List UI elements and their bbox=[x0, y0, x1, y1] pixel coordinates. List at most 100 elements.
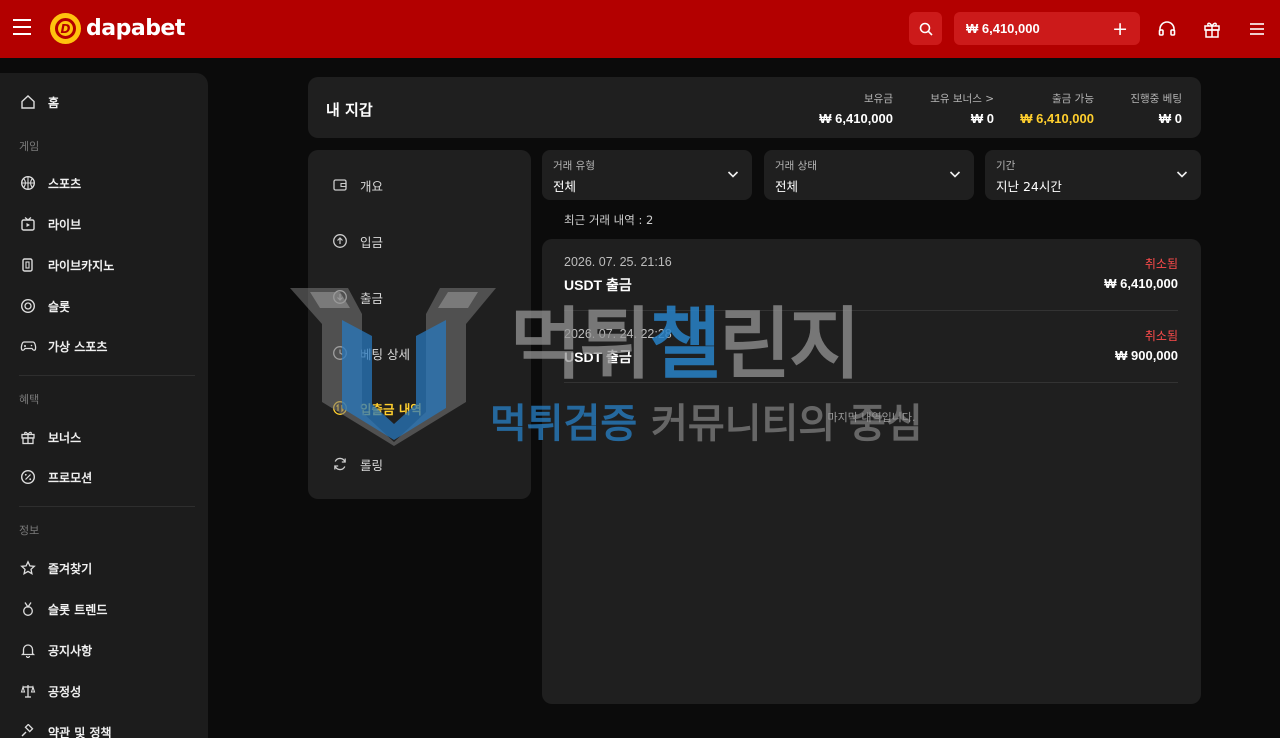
sidebar-item-bonus[interactable]: 보너스 bbox=[0, 422, 208, 452]
arrow-down-circle-icon bbox=[333, 290, 347, 304]
filter-transaction-status[interactable]: 거래 상태 전체 bbox=[764, 150, 974, 200]
gamepad-icon bbox=[20, 341, 36, 351]
filter-value: 지난 24시간 bbox=[996, 179, 1062, 194]
menu-label: 개요 bbox=[360, 178, 384, 194]
stat-label: 진행중 베팅 bbox=[1130, 93, 1182, 105]
balance-display[interactable]: ₩ 6,410,000 + bbox=[954, 12, 1140, 45]
sidebar: 홈 게임 스포츠 라이브 라이브카지노 슬롯 가상 스포츠 혜택 보너스 프로모… bbox=[0, 73, 208, 738]
headset-icon[interactable] bbox=[1157, 19, 1177, 39]
sidebar-divider bbox=[19, 506, 195, 507]
stat-bonus[interactable]: 보유 보너스 > ₩ 0 bbox=[930, 91, 994, 126]
search-button[interactable] bbox=[909, 12, 942, 45]
sidebar-label: 공정성 bbox=[48, 684, 82, 699]
transfer-circle-icon bbox=[333, 401, 347, 415]
stat-pending-bets: 진행중 베팅 ₩ 0 bbox=[1130, 91, 1182, 126]
wallet-icon bbox=[333, 179, 347, 191]
sidebar-item-sports[interactable]: 스포츠 bbox=[0, 168, 208, 198]
brand-name: dapabet bbox=[86, 16, 185, 41]
gift-icon[interactable] bbox=[1202, 19, 1222, 39]
home-icon bbox=[21, 95, 35, 109]
filter-value: 전체 bbox=[553, 179, 577, 194]
brand-mark-icon: D bbox=[50, 13, 81, 44]
stat-label: 출금 가능 bbox=[1052, 93, 1094, 105]
filter-value: 전체 bbox=[775, 179, 799, 194]
menu-item-withdraw[interactable]: 출금 bbox=[331, 283, 521, 311]
transaction-amount: ₩ 900,000 bbox=[1115, 348, 1178, 363]
watermark-subtitle: 먹튀검증 커뮤니티의 중심 bbox=[490, 401, 923, 447]
arrow-up-circle-icon bbox=[333, 234, 347, 248]
sidebar-item-fairness[interactable]: 공정성 bbox=[0, 676, 208, 706]
menu-label: 베팅 상세 bbox=[360, 346, 410, 362]
sidebar-item-notice[interactable]: 공지사항 bbox=[0, 635, 208, 665]
sidebar-label: 프로모션 bbox=[48, 470, 93, 485]
transaction-status: 취소됨 bbox=[1144, 329, 1178, 343]
brand-logo[interactable]: D dapabet bbox=[50, 13, 185, 44]
stat-value: ₩ 0 bbox=[1158, 111, 1182, 126]
filter-label: 거래 상태 bbox=[775, 160, 817, 172]
sidebar-item-home[interactable]: 홈 bbox=[0, 87, 208, 117]
sidebar-label: 보너스 bbox=[48, 430, 82, 445]
sidebar-item-promotion[interactable]: 프로모션 bbox=[0, 462, 208, 492]
top-bar: D dapabet ₩ 6,410,000 + bbox=[0, 0, 1280, 58]
menu-item-bet-detail[interactable]: 베팅 상세 bbox=[331, 339, 521, 367]
sidebar-label: 라이브카지노 bbox=[48, 258, 115, 273]
add-funds-button[interactable]: + bbox=[1112, 18, 1128, 40]
sidebar-section-game: 게임 bbox=[19, 140, 40, 153]
sidebar-label: 슬롯 트렌드 bbox=[48, 602, 108, 617]
sidebar-label: 홈 bbox=[48, 95, 60, 110]
sidebar-item-slot-trend[interactable]: 슬롯 트렌드 bbox=[0, 594, 208, 624]
sidebar-divider bbox=[19, 375, 195, 376]
sidebar-label: 스포츠 bbox=[48, 176, 82, 191]
chevron-down-icon bbox=[949, 171, 961, 178]
scale-icon bbox=[20, 685, 36, 698]
sidebar-item-favorites[interactable]: 즐겨찾기 bbox=[0, 553, 208, 583]
sidebar-section-info: 정보 bbox=[19, 524, 40, 537]
sidebar-label: 슬롯 bbox=[48, 299, 71, 314]
chevron-down-icon bbox=[727, 171, 739, 178]
transaction-amount: ₩ 6,410,000 bbox=[1104, 276, 1178, 291]
sidebar-item-terms[interactable]: 약관 및 정책 bbox=[0, 717, 208, 738]
filter-period[interactable]: 기간 지난 24시간 bbox=[985, 150, 1201, 200]
chevron-down-icon bbox=[1176, 171, 1188, 178]
menu-item-overview[interactable]: 개요 bbox=[331, 171, 521, 199]
sidebar-section-benefits: 혜택 bbox=[19, 393, 40, 406]
gavel-icon bbox=[21, 724, 34, 737]
sidebar-label: 가상 스포츠 bbox=[48, 339, 108, 354]
gift-icon bbox=[21, 431, 35, 445]
watermark-title: 먹튀챌린지 bbox=[510, 300, 861, 390]
transaction-status: 취소됨 bbox=[1144, 257, 1178, 271]
star-icon bbox=[20, 560, 36, 576]
filter-label: 기간 bbox=[996, 160, 1016, 172]
search-icon bbox=[919, 22, 933, 36]
menu-item-rolling[interactable]: 롤링 bbox=[331, 450, 521, 478]
filter-transaction-type[interactable]: 거래 유형 전체 bbox=[542, 150, 752, 200]
stat-value: ₩ 0 bbox=[970, 111, 994, 126]
sidebar-label: 라이브 bbox=[48, 217, 82, 232]
menu-label: 입금 bbox=[360, 234, 384, 250]
stat-value: ₩ 6,410,000 bbox=[1020, 111, 1094, 126]
sidebar-label: 약관 및 정책 bbox=[48, 725, 112, 738]
transaction-date: 2026. 07. 25. 21:16 bbox=[564, 255, 672, 269]
sidebar-item-live[interactable]: 라이브 bbox=[0, 209, 208, 239]
refresh-icon bbox=[334, 457, 346, 471]
more-menu-icon[interactable] bbox=[1247, 19, 1267, 39]
percent-badge-icon bbox=[20, 469, 36, 485]
cards-icon bbox=[22, 258, 33, 272]
menu-toggle-icon[interactable] bbox=[13, 19, 31, 39]
filter-label: 거래 유형 bbox=[553, 160, 595, 172]
menu-item-deposit[interactable]: 입금 bbox=[331, 227, 521, 255]
tv-icon bbox=[21, 217, 35, 231]
medal-icon bbox=[23, 602, 33, 616]
clock-icon bbox=[333, 346, 347, 360]
stat-label: 보유 보너스 > bbox=[930, 93, 994, 105]
wallet-summary: 내 지갑 보유금 ₩ 6,410,000 보유 보너스 > ₩ 0 출금 가능 … bbox=[308, 77, 1201, 138]
sidebar-item-live-casino[interactable]: 라이브카지노 bbox=[0, 250, 208, 280]
sidebar-label: 공지사항 bbox=[48, 643, 93, 658]
basketball-icon bbox=[20, 175, 36, 191]
stat-balance: 보유금 ₩ 6,410,000 bbox=[819, 91, 893, 126]
sidebar-item-slots[interactable]: 슬롯 bbox=[0, 291, 208, 321]
menu-label: 출금 bbox=[360, 290, 384, 306]
recent-transaction-count: 최근 거래 내역 : 2 bbox=[564, 213, 654, 227]
bell-icon bbox=[20, 644, 36, 658]
sidebar-item-virtual-sports[interactable]: 가상 스포츠 bbox=[0, 331, 208, 361]
